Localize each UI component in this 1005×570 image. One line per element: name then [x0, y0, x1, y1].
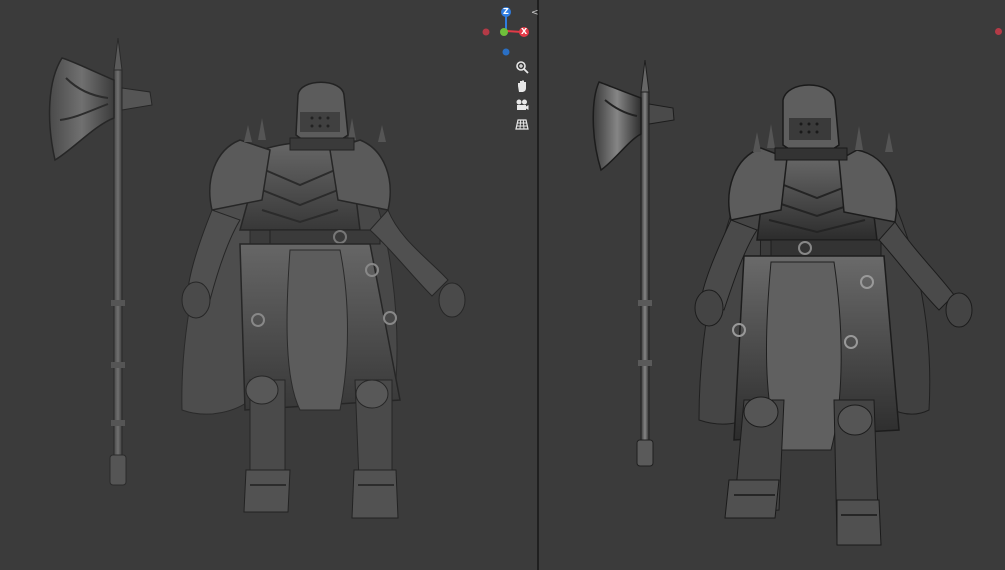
axis-x-label: X [521, 27, 528, 36]
hand-icon [518, 80, 526, 92]
orbit-button[interactable] [513, 96, 531, 114]
axe-model-left [48, 37, 466, 519]
zoom-icon [516, 61, 529, 74]
viewport-right[interactable] [539, 0, 1005, 570]
pan-button[interactable] [513, 77, 531, 95]
axe-model-right [592, 59, 973, 546]
knight-model-right [694, 84, 973, 546]
camera-icon [516, 99, 529, 110]
axis-indicator-dot [995, 28, 1002, 35]
axis-z-label: Z [503, 7, 509, 16]
knight-model-left [181, 81, 466, 519]
orientation-gizmo[interactable]: Z X [478, 4, 536, 58]
grid-icon [515, 119, 529, 130]
zoom-button[interactable] [513, 58, 531, 76]
perspective-grid-button[interactable] [513, 115, 531, 133]
viewport-left[interactable]: Z X [0, 0, 537, 570]
